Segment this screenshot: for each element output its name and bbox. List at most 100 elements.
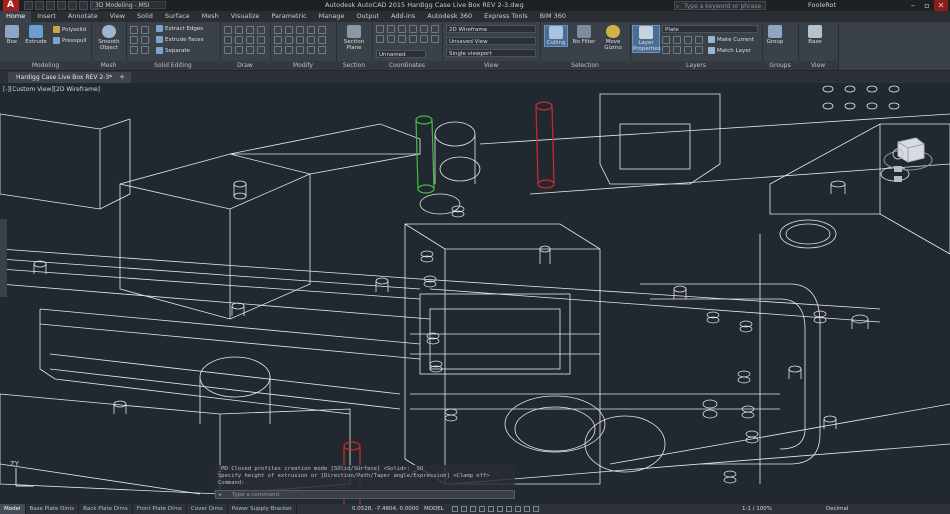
subtract-icon[interactable] bbox=[141, 26, 149, 34]
units-display[interactable]: Decimal bbox=[826, 504, 848, 514]
viewport-label[interactable]: [-][Custom View][2D Wireframe] bbox=[3, 86, 100, 93]
ortho-icon[interactable] bbox=[470, 506, 476, 512]
visual-style-dropdown[interactable]: 2D Wireframe bbox=[446, 25, 536, 33]
layer-on-icon[interactable] bbox=[662, 46, 670, 54]
layer-thaw-icon[interactable] bbox=[684, 46, 692, 54]
panel-title-layers[interactable]: Layers bbox=[630, 61, 762, 70]
polygon-icon[interactable] bbox=[224, 46, 232, 54]
tab-add-ins[interactable]: Add-ins bbox=[385, 11, 421, 22]
group-button[interactable]: Group bbox=[764, 25, 786, 45]
annotation-scale[interactable]: 1:1 / 100% bbox=[742, 504, 772, 514]
trim-icon[interactable] bbox=[318, 36, 326, 44]
layer-freeze-icon[interactable] bbox=[684, 36, 692, 44]
zoom-icon[interactable] bbox=[894, 176, 902, 182]
layout-tab-model[interactable]: Model bbox=[0, 504, 26, 514]
boundary-icon[interactable] bbox=[246, 46, 254, 54]
transparency-icon[interactable] bbox=[533, 506, 539, 512]
drawing-viewport[interactable]: [-][Custom View][2D Wireframe] ZY bbox=[0, 84, 950, 504]
viewport-config-dropdown[interactable]: Single viewport bbox=[446, 49, 536, 57]
move-icon[interactable] bbox=[274, 26, 282, 34]
tab-manage[interactable]: Manage bbox=[313, 11, 351, 22]
ucs-view-icon[interactable] bbox=[431, 25, 439, 33]
tool-palette-strip[interactable] bbox=[0, 219, 7, 297]
current-layer-dropdown[interactable]: Plate bbox=[662, 25, 758, 33]
tab-home[interactable]: Home bbox=[0, 11, 32, 22]
layout-tab-cover-dims[interactable]: Cover Dims bbox=[187, 504, 228, 514]
pan-icon[interactable] bbox=[894, 166, 902, 172]
panel-title-modify[interactable]: Modify bbox=[270, 61, 336, 70]
minimize-icon[interactable]: – bbox=[906, 0, 920, 11]
fillet-icon[interactable] bbox=[318, 26, 326, 34]
undo-icon[interactable] bbox=[79, 1, 88, 10]
ucs-previous-icon[interactable] bbox=[398, 25, 406, 33]
user-name[interactable]: FooleRot bbox=[808, 1, 836, 10]
slice-icon[interactable] bbox=[130, 46, 138, 54]
layout-tab-power-supply-bracket[interactable]: Power Supply Bracket bbox=[228, 504, 297, 514]
ucs-icon[interactable] bbox=[376, 25, 384, 33]
panel-title-coordinates[interactable]: Coordinates bbox=[372, 61, 442, 70]
save-as-icon[interactable] bbox=[57, 1, 66, 10]
workspace-selector[interactable]: 3D Modeling - MSI bbox=[92, 1, 166, 9]
snap-icon[interactable] bbox=[461, 506, 467, 512]
intersect-icon[interactable] bbox=[130, 36, 138, 44]
layer-unisolate-icon[interactable] bbox=[673, 46, 681, 54]
helix-icon[interactable] bbox=[257, 46, 265, 54]
print-icon[interactable] bbox=[68, 1, 77, 10]
tab-parametric[interactable]: Parametric bbox=[265, 11, 312, 22]
union-icon[interactable] bbox=[130, 26, 138, 34]
spline-icon[interactable] bbox=[246, 36, 254, 44]
panel-title-view[interactable]: View bbox=[442, 61, 540, 70]
offset-icon[interactable] bbox=[307, 36, 315, 44]
arc-icon[interactable] bbox=[257, 26, 265, 34]
ucs-origin-icon[interactable] bbox=[376, 35, 384, 43]
new-tab-icon[interactable]: + bbox=[118, 73, 126, 81]
layer-isolate-icon[interactable] bbox=[673, 36, 681, 44]
layer-lock-icon[interactable] bbox=[695, 36, 703, 44]
layout-tab-base-plate-dims[interactable]: Base Plate Dims bbox=[26, 504, 80, 514]
search-input[interactable]: ⌕ Type a keyword or phrase bbox=[674, 1, 766, 10]
3d-rotate-icon[interactable] bbox=[318, 46, 326, 54]
layer-properties-button[interactable]: Layer Properties bbox=[632, 25, 661, 53]
ucs-zaxis-icon[interactable] bbox=[387, 35, 395, 43]
ucs-x-icon[interactable] bbox=[409, 35, 417, 43]
shell-icon[interactable] bbox=[141, 46, 149, 54]
command-prompt-icon[interactable]: ▸ bbox=[219, 491, 222, 500]
tab-view[interactable]: View bbox=[104, 11, 131, 22]
extrude-button[interactable]: Extrude bbox=[25, 25, 47, 45]
section-plane-button[interactable]: Section Plane bbox=[341, 25, 367, 51]
open-icon[interactable] bbox=[35, 1, 44, 10]
cursor-coordinates[interactable]: 0.0528, -7.4804, 0.0000 bbox=[352, 504, 419, 514]
ucs-z-icon[interactable] bbox=[431, 35, 439, 43]
3d-move-icon[interactable] bbox=[307, 46, 315, 54]
layer-off-icon[interactable] bbox=[662, 36, 670, 44]
tab-autodesk-360[interactable]: Autodesk 360 bbox=[421, 11, 478, 22]
ellipse-icon[interactable] bbox=[235, 36, 243, 44]
save-icon[interactable] bbox=[46, 1, 55, 10]
stretch-icon[interactable] bbox=[274, 36, 282, 44]
ducs-icon[interactable] bbox=[506, 506, 512, 512]
copy-icon[interactable] bbox=[296, 26, 304, 34]
rotate-icon[interactable] bbox=[285, 26, 293, 34]
layout-tab-back-plate-dims[interactable]: Back Plate Dims bbox=[79, 504, 133, 514]
tab-surface[interactable]: Surface bbox=[159, 11, 196, 22]
polar-icon[interactable] bbox=[479, 506, 485, 512]
panel-title-draw[interactable]: Draw bbox=[220, 61, 270, 70]
tab-visualize[interactable]: Visualize bbox=[225, 11, 266, 22]
close-icon[interactable]: ✕ bbox=[934, 0, 948, 11]
lineweight-icon[interactable] bbox=[524, 506, 530, 512]
erase-icon[interactable] bbox=[274, 46, 282, 54]
scale-icon[interactable] bbox=[285, 36, 293, 44]
panel-title-modeling[interactable]: Modeling bbox=[0, 61, 91, 70]
panel-title-view-base[interactable]: View bbox=[798, 61, 838, 70]
tab-bim-360[interactable]: BIM 360 bbox=[534, 11, 572, 22]
model-space-toggle[interactable]: MODEL bbox=[424, 504, 444, 514]
maximize-icon[interactable]: ▫ bbox=[920, 0, 934, 11]
ucs-object-icon[interactable] bbox=[420, 25, 428, 33]
array-icon[interactable] bbox=[296, 36, 304, 44]
box-button[interactable]: Box bbox=[1, 25, 23, 45]
grid-icon[interactable] bbox=[452, 506, 458, 512]
rectangle-icon[interactable] bbox=[224, 36, 232, 44]
mirror-icon[interactable] bbox=[307, 26, 315, 34]
extract-edges-button[interactable]: Extract Edges bbox=[156, 25, 203, 34]
panel-title-groups[interactable]: Groups bbox=[762, 61, 798, 70]
